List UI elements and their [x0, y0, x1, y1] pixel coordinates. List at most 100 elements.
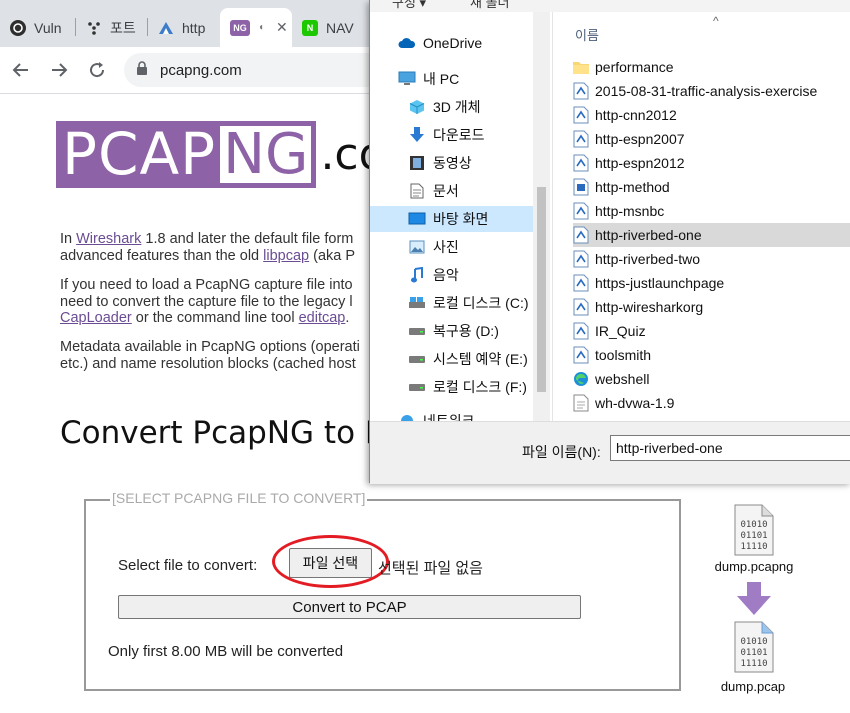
file-name: http-msnbc: [595, 203, 665, 219]
cube-icon: [408, 99, 426, 115]
reload-button[interactable]: [82, 55, 112, 85]
nav-item-network[interactable]: 네트워크: [398, 408, 475, 421]
organize-menu[interactable]: 구성 ▾: [392, 0, 426, 11]
back-button[interactable]: [6, 55, 36, 85]
load-paragraph: If you need to load a PcapNG capture fil…: [60, 277, 380, 327]
tab-label: Vuln: [34, 19, 62, 36]
forward-button[interactable]: [44, 55, 74, 85]
text-segment: In: [60, 231, 77, 247]
tab-port[interactable]: 포트: [76, 8, 148, 47]
folder-icon: [573, 62, 589, 74]
pcap-file-icon: 01010 01101 11110: [734, 621, 774, 673]
file-open-dialog: 구성 ▾ 새 폴더 OneDrive 내 PC 3D 개체 다운로드 동영상 문…: [369, 0, 850, 484]
file-row[interactable]: IR_Quiz: [573, 319, 850, 343]
nav-item-label: 내 PC: [423, 71, 460, 87]
binary-text: 01101: [740, 531, 767, 541]
file-row[interactable]: 2015-08-31-traffic-analysis-exercise: [573, 79, 850, 103]
nav-item-music[interactable]: 음악: [408, 262, 459, 288]
metadata-paragraph: Metadata available in PcapNG options (op…: [60, 339, 380, 372]
drive-icon: [408, 323, 426, 339]
size-limit-note: Only first 8.00 MB will be converted: [108, 643, 344, 660]
file-row[interactable]: webshell: [573, 367, 850, 391]
tab-label: http: [182, 19, 206, 36]
nav-item-system-reserved-e[interactable]: 시스템 예약 (E:): [408, 346, 528, 372]
tab-pcapng-active[interactable]: NG ◖ ✕: [220, 8, 292, 47]
dialog-command-bar: 구성 ▾ 새 폴더: [370, 0, 850, 12]
tab-vulnhub[interactable]: Vuln: [0, 8, 76, 47]
libpcap-link[interactable]: libpcap: [263, 248, 309, 264]
intro-paragraph: In Wireshark 1.8 and later the default f…: [60, 231, 380, 264]
highlight-oval-annotation: [272, 535, 389, 588]
column-header-name[interactable]: 이름: [575, 25, 599, 44]
wireshark-file-icon: [573, 298, 589, 316]
no-file-selected-text: 선택된 파일 없음: [378, 560, 483, 577]
text-line: CapLoader or the command line tool editc…: [60, 310, 380, 327]
filename-input[interactable]: [610, 435, 850, 461]
tab-http[interactable]: http: [148, 8, 220, 47]
nav-item-onedrive[interactable]: OneDrive: [398, 30, 482, 56]
file-row[interactable]: http-espn2012: [573, 151, 850, 175]
file-row[interactable]: http-espn2007: [573, 127, 850, 151]
navigation-pane: OneDrive 내 PC 3D 개체 다운로드 동영상 문서 바탕 화면 사진…: [370, 12, 548, 421]
file-row[interactable]: performance: [573, 55, 850, 79]
vulnhub-icon: [10, 19, 26, 36]
nav-item-downloads[interactable]: 다운로드: [408, 122, 485, 148]
navigation-scrollbar[interactable]: [533, 12, 550, 421]
network-icon: [398, 413, 416, 421]
nav-item-this-pc[interactable]: 내 PC: [398, 66, 459, 92]
file-row[interactable]: toolsmith: [573, 343, 850, 367]
file-name: http-espn2012: [595, 155, 685, 171]
file-row[interactable]: http-wiresharkorg: [573, 295, 850, 319]
file-name: http-wiresharkorg: [595, 299, 704, 315]
tab-loading-indicator: ◖: [258, 22, 265, 33]
editcap-link[interactable]: editcap: [299, 310, 346, 326]
wireshark-file-icon: [573, 250, 589, 268]
drive-icon: [408, 351, 426, 367]
computer-icon: [398, 71, 416, 87]
nav-item-recovery-d[interactable]: 복구용 (D:): [408, 318, 499, 344]
wireshark-file-icon: [573, 322, 589, 340]
file-row[interactable]: https-justlaunchpage: [573, 271, 850, 295]
convert-to-pcap-button[interactable]: Convert to PCAP: [118, 595, 581, 619]
nav-item-label: 네트워크: [423, 413, 475, 421]
convert-form: [SELECT PCAPNG FILE TO CONVERT] Select f…: [84, 490, 681, 691]
file-name: performance: [595, 59, 674, 75]
lock-icon: [136, 61, 148, 79]
nav-item-videos[interactable]: 동영상: [408, 150, 472, 176]
wireshark-file-icon: [573, 130, 589, 148]
nav-item-pictures[interactable]: 사진: [408, 234, 459, 260]
file-row[interactable]: http-msnbc: [573, 199, 850, 223]
wireshark-file-icon: [573, 154, 589, 172]
source-file-name: dump.pcapng: [714, 559, 794, 574]
wireshark-link[interactable]: Wireshark: [76, 231, 141, 247]
binary-text: 11110: [740, 659, 767, 669]
nav-item-label: OneDrive: [423, 35, 483, 51]
nav-item-desktop[interactable]: 바탕 화면: [370, 206, 533, 232]
binary-text: 01010: [740, 637, 767, 647]
nav-item-3d-objects[interactable]: 3D 개체: [408, 94, 481, 120]
file-row-selected[interactable]: http-riverbed-one: [573, 223, 850, 247]
nav-item-local-disk-f[interactable]: 로컬 디스크 (F:): [408, 374, 527, 400]
file-row[interactable]: http-method: [573, 175, 850, 199]
wireshark-file-icon: [573, 346, 589, 364]
binary-text: 01010: [740, 520, 767, 530]
caploader-link[interactable]: CapLoader: [60, 310, 132, 326]
file-row[interactable]: wh-dvwa-1.9: [573, 391, 850, 415]
tab-naver[interactable]: N NAV: [292, 8, 368, 47]
pcapng-icon: NG: [230, 19, 250, 36]
logo-ng-box: NG: [220, 121, 317, 188]
new-folder-button[interactable]: 새 폴더: [470, 0, 510, 11]
scrollbar-thumb[interactable]: [537, 187, 546, 392]
document-icon: [408, 183, 426, 199]
text-segment: or the command line tool: [131, 310, 299, 326]
file-row[interactable]: http-riverbed-two: [573, 247, 850, 271]
nav-item-label: 음악: [433, 267, 459, 283]
form-legend: [SELECT PCAPNG FILE TO CONVERT]: [110, 490, 368, 506]
file-row[interactable]: http-cnn2012: [573, 103, 850, 127]
shark-fin-icon: [158, 20, 174, 36]
select-file-label: Select file to convert:: [118, 557, 258, 574]
nav-item-local-disk-c[interactable]: 로컬 디스크 (C:): [408, 290, 529, 316]
pcapng-file-icon: 01010 01101 11110: [734, 504, 774, 556]
close-icon[interactable]: ✕: [276, 19, 288, 36]
nav-item-documents[interactable]: 문서: [408, 178, 459, 204]
